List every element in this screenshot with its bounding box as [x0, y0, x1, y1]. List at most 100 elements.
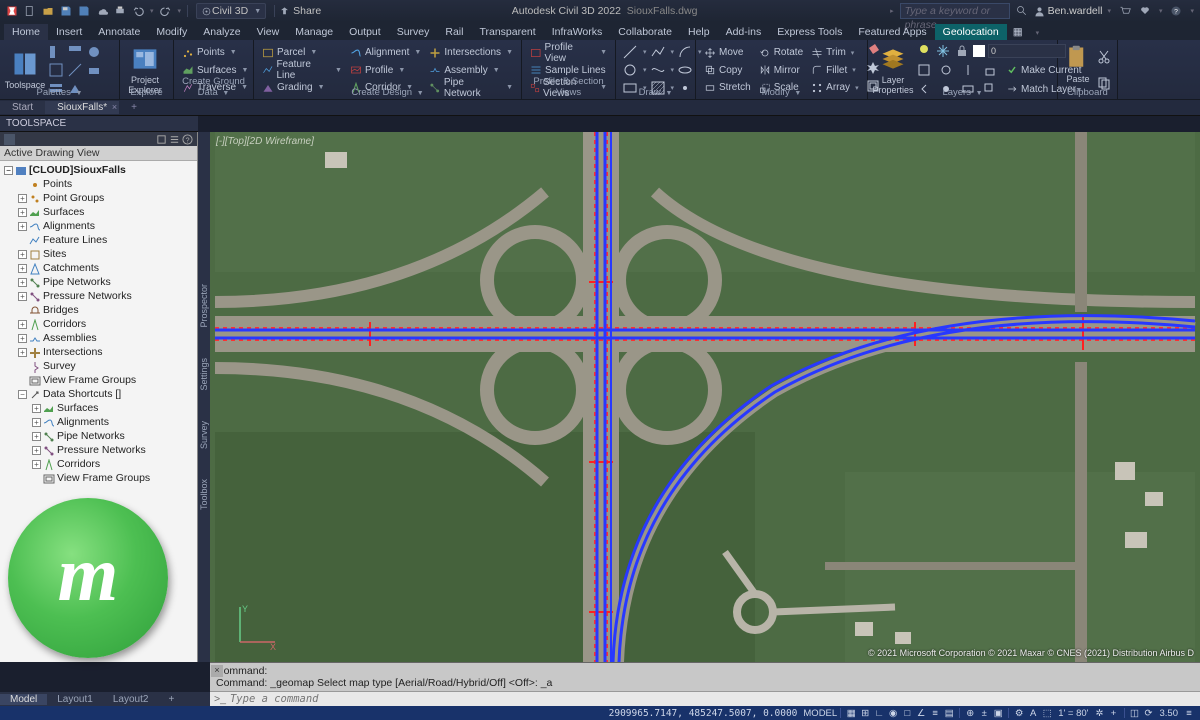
layer-off-icon[interactable] [938, 62, 954, 78]
add-layout-button[interactable]: + [158, 694, 184, 705]
tab-modify[interactable]: Modify [148, 24, 195, 40]
layer-color-swatch[interactable] [973, 45, 985, 57]
tab-transparent[interactable]: Transparent [471, 24, 543, 40]
help-icon[interactable]: ? [1168, 3, 1184, 19]
tree-node[interactable]: +Assemblies [0, 331, 197, 345]
tab-featured[interactable]: Featured Apps [850, 24, 934, 40]
redo-icon[interactable] [158, 3, 174, 19]
tree-node[interactable]: Feature Lines [0, 233, 197, 247]
tab-extra-icon[interactable]: ▦ ▾ [1007, 24, 1055, 40]
cloud-icon[interactable] [94, 3, 110, 19]
profileview-button[interactable]: Profile View▼ [528, 46, 609, 60]
hardware-icon[interactable]: ⟳ [1142, 707, 1156, 719]
ortho-icon[interactable]: ∟ [872, 707, 886, 719]
zoom-readout[interactable]: 3.50 [1160, 708, 1179, 719]
move-button[interactable]: Move [702, 46, 753, 60]
customization-icon[interactable]: ≡ [1182, 707, 1196, 719]
tree-node[interactable]: View Frame Groups [0, 373, 197, 387]
layer-iso-icon[interactable] [916, 62, 932, 78]
tree-shortcuts[interactable]: −Data Shortcuts [] [0, 387, 197, 401]
tab-insert[interactable]: Insert [48, 24, 90, 40]
spline-icon[interactable] [650, 62, 666, 78]
gear-icon[interactable]: ✲ [1093, 707, 1107, 719]
tree-node[interactable]: +Intersections [0, 345, 197, 359]
sc-icon[interactable]: ⊕ [963, 707, 977, 719]
search-input[interactable]: Type a keyword or phrase [900, 3, 1010, 19]
workspace-icon[interactable]: ⚙ [1012, 707, 1026, 719]
command-input[interactable] [230, 693, 1196, 705]
snap-icon[interactable]: ⊞ [858, 707, 872, 719]
tree-node[interactable]: +Surfaces [0, 205, 197, 219]
app-menu-icon[interactable] [4, 3, 20, 19]
layer-bulb-icon[interactable] [916, 43, 932, 59]
arc-icon[interactable] [677, 44, 693, 60]
tree-node[interactable]: +Point Groups [0, 191, 197, 205]
ts-list-icon[interactable] [169, 134, 180, 145]
cut-icon[interactable] [1096, 49, 1112, 65]
osnap-icon[interactable]: □ [900, 707, 914, 719]
tab-view[interactable]: View [249, 24, 288, 40]
start-tab[interactable]: Start [0, 101, 45, 114]
tree-node[interactable]: +Pressure Networks [0, 443, 197, 457]
tab-manage[interactable]: Manage [287, 24, 341, 40]
iso-icon[interactable]: ◫ [1128, 707, 1142, 719]
assembly-button[interactable]: Assembly▼ [427, 63, 515, 77]
layout1-tab[interactable]: Layout1 [47, 694, 103, 705]
undo-icon[interactable] [130, 3, 146, 19]
tree-node[interactable]: +Pipe Networks [0, 429, 197, 443]
tree-node[interactable]: +Corridors [0, 317, 197, 331]
tab-annotate[interactable]: Annotate [90, 24, 148, 40]
parcel-button[interactable]: Parcel▼ [260, 46, 344, 60]
tree-node[interactable]: +Pressure Networks [0, 289, 197, 303]
model-button[interactable]: MODEL [803, 708, 837, 719]
tree-node[interactable]: +Corridors [0, 457, 197, 471]
viewport-label[interactable]: [-][Top][2D Wireframe] [216, 136, 314, 147]
rotate-button[interactable]: Rotate [757, 46, 805, 60]
tab-output[interactable]: Output [341, 24, 389, 40]
layer-frz-icon[interactable] [960, 62, 976, 78]
palette-icon[interactable] [67, 62, 83, 78]
palette-icon[interactable] [86, 62, 102, 78]
tab-survey[interactable]: Survey [199, 421, 209, 449]
transparency-icon[interactable]: ▤ [942, 707, 956, 719]
otrack-icon[interactable]: ∠ [914, 707, 928, 719]
tab-collaborate[interactable]: Collaborate [610, 24, 680, 40]
cart-icon[interactable] [1117, 3, 1133, 19]
tree-node[interactable]: +Pipe Networks [0, 275, 197, 289]
tab-analyze[interactable]: Analyze [195, 24, 248, 40]
grid-icon[interactable]: ▦ [844, 707, 858, 719]
polyline-icon[interactable] [650, 44, 666, 60]
tab-addins[interactable]: Add-ins [718, 24, 770, 40]
alignment-button[interactable]: Alignment▼ [348, 46, 423, 60]
search-icon[interactable] [1014, 3, 1030, 19]
dyn-icon[interactable]: ± [977, 707, 991, 719]
fillet-button[interactable]: Fillet▾ [809, 63, 860, 77]
tab-settings[interactable]: Settings [199, 358, 209, 391]
layer-lock-icon[interactable] [954, 43, 970, 59]
tree-node[interactable]: +Alignments [0, 219, 197, 233]
open-icon[interactable] [40, 3, 56, 19]
close-tab-icon[interactable]: × [112, 102, 117, 112]
tree-node[interactable]: Survey [0, 359, 197, 373]
trim-button[interactable]: Trim▾ [809, 46, 860, 60]
tab-help[interactable]: Help [680, 24, 718, 40]
layer-lck-icon[interactable] [982, 62, 998, 78]
tab-express[interactable]: Express Tools [769, 24, 850, 40]
save-icon[interactable] [58, 3, 74, 19]
tree-node[interactable]: Points [0, 177, 197, 191]
tab-home[interactable]: Home [4, 24, 48, 40]
tree-node[interactable]: +Alignments [0, 415, 197, 429]
share-button[interactable]: Share [279, 5, 321, 17]
tab-rail[interactable]: Rail [437, 24, 471, 40]
annoscale-icon[interactable]: ⬚ [1040, 707, 1054, 719]
scale-readout[interactable]: 1' = 80' [1058, 708, 1088, 719]
document-tab[interactable]: SiouxFalls*× [45, 101, 119, 114]
tree-node[interactable]: +Surfaces [0, 401, 197, 415]
lineweight-icon[interactable]: ≡ [928, 707, 942, 719]
tab-prospector[interactable]: Prospector [199, 284, 209, 328]
surfaces-button[interactable]: Surfaces▼ [180, 63, 250, 77]
ts-home-icon[interactable] [4, 134, 15, 145]
tree-node[interactable]: View Frame Groups [0, 471, 197, 485]
drawing-viewport[interactable]: Prospector Settings Survey Toolbox [198, 132, 1200, 662]
points-button[interactable]: Points▼ [180, 46, 250, 60]
